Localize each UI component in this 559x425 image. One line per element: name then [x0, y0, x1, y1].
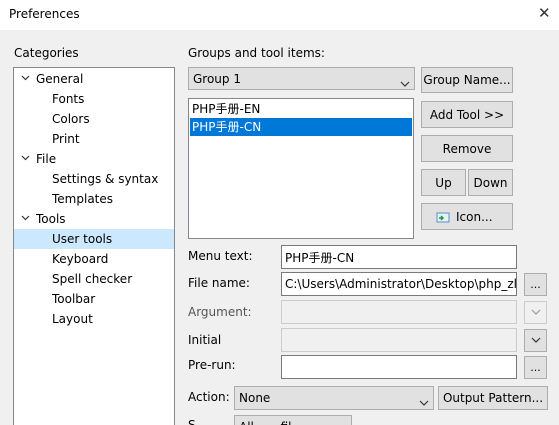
tree-item-label: Colors: [52, 112, 90, 126]
chevron-down-icon: [531, 306, 541, 319]
tree-item-label: Fonts: [52, 92, 85, 106]
remove-button[interactable]: Remove: [421, 135, 513, 162]
tree-item-label: Spell checker: [52, 272, 133, 286]
window-title: Preferences: [9, 7, 80, 21]
down-button[interactable]: Down: [468, 169, 513, 196]
action-select-value: None: [239, 391, 271, 405]
chevron-down-icon: [400, 76, 410, 90]
tool-image-icon: [436, 210, 450, 224]
tree-item-label: Keyboard: [52, 252, 109, 266]
up-button[interactable]: Up: [421, 169, 466, 196]
tree-item-label: Print: [52, 132, 80, 146]
file-browse-button[interactable]: ...: [524, 273, 547, 296]
tree-item-label: Settings & syntax: [52, 172, 159, 186]
tree-item-label: File: [36, 152, 57, 166]
title-bar: Preferences ✕: [0, 0, 559, 30]
groups-heading: Groups and tool items:: [188, 46, 325, 60]
tree-item-spell-checker[interactable]: Spell checker: [14, 269, 174, 289]
initial-label: Initial: [188, 333, 222, 347]
chevron-down-icon: [419, 395, 429, 409]
tree-item-label: User tools: [52, 232, 113, 246]
tree-item-user-tools[interactable]: User tools: [14, 229, 174, 249]
tree-item-settings-syntax[interactable]: Settings & syntax: [14, 169, 174, 189]
chevron-down-icon: [531, 334, 541, 347]
tree-item-label: General: [36, 72, 84, 86]
tree-item-general[interactable]: General: [14, 69, 174, 89]
categories-tree[interactable]: General Fonts Colors Print File Settings & sy…: [13, 67, 175, 425]
group-select-value: Group 1: [193, 71, 241, 86]
save-label: S: [188, 418, 196, 425]
argument-menu-button[interactable]: [524, 301, 547, 324]
tree-item-file[interactable]: File: [14, 149, 174, 169]
tree-item-templates[interactable]: Templates: [14, 189, 174, 209]
tree-item-layout[interactable]: Layout: [14, 309, 174, 329]
tool-list-item[interactable]: PHP手册-EN: [190, 100, 412, 118]
argument-input[interactable]: [281, 300, 517, 324]
tree-item-toolbar[interactable]: Toolbar: [14, 289, 174, 309]
action-select[interactable]: None: [234, 386, 434, 410]
save-select-value: All... ...fil...: [239, 416, 303, 425]
chevron-down-icon[interactable]: [21, 209, 31, 229]
menu-text-label: Menu text:: [188, 249, 253, 263]
icon-button-label: Icon...: [456, 209, 493, 224]
chevron-down-icon[interactable]: [21, 149, 31, 169]
prerun-input[interactable]: [281, 355, 517, 379]
tree-item-label: Templates: [52, 192, 114, 206]
tree-item-label: Tools: [36, 212, 66, 226]
action-label: Action:: [188, 390, 230, 404]
tree-item-print[interactable]: Print: [14, 129, 174, 149]
icon-button[interactable]: Icon...: [421, 203, 513, 230]
categories-heading: Categories: [14, 46, 79, 60]
prerun-browse-button[interactable]: ...: [524, 356, 547, 379]
file-name-label: File name:: [188, 276, 250, 290]
close-icon[interactable]: ✕: [538, 4, 551, 22]
menu-text-input[interactable]: PHP手册-CN: [281, 245, 517, 269]
initial-input[interactable]: [281, 328, 517, 352]
argument-label: Argument:: [188, 305, 252, 319]
tree-item-tools[interactable]: Tools: [14, 209, 174, 229]
group-name-button[interactable]: Group Name...: [421, 67, 513, 93]
output-pattern-button[interactable]: Output Pattern...: [438, 386, 548, 410]
initial-menu-button[interactable]: [524, 329, 547, 352]
tree-item-keyboard[interactable]: Keyboard: [14, 249, 174, 269]
prerun-label: Pre-run:: [188, 358, 236, 372]
save-select[interactable]: All... ...fil...: [234, 415, 352, 425]
tool-list[interactable]: PHP手册-EN PHP手册-CN: [188, 98, 414, 239]
tool-list-item-selected[interactable]: PHP手册-CN: [190, 118, 412, 136]
file-name-input[interactable]: C:\Users\Administrator\Desktop\php_zl: [281, 272, 517, 296]
add-tool-button[interactable]: Add Tool >>: [421, 101, 513, 128]
tree-item-label: Layout: [52, 312, 93, 326]
tree-item-fonts[interactable]: Fonts: [14, 89, 174, 109]
tree-item-colors[interactable]: Colors: [14, 109, 174, 129]
group-select[interactable]: Group 1: [188, 67, 415, 90]
tree-item-label: Toolbar: [52, 292, 96, 306]
chevron-down-icon[interactable]: [21, 69, 31, 89]
